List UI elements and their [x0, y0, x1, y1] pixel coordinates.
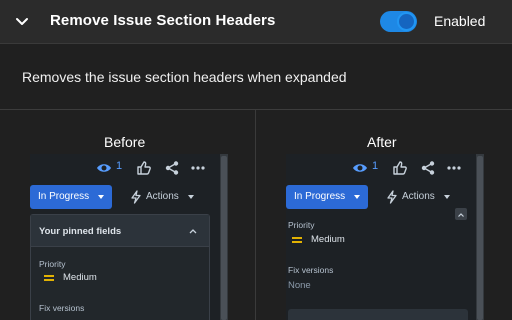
thumbs-up-icon	[137, 161, 151, 175]
chevron-up-icon	[189, 229, 197, 234]
chevron-up-icon	[458, 213, 464, 217]
fix-versions-label: Fix versions	[39, 303, 85, 313]
details-section	[288, 309, 468, 320]
lightning-icon	[387, 190, 397, 204]
pinned-fields-header: Your pinned fields	[31, 215, 209, 247]
thumbs-up-icon	[393, 161, 407, 175]
fix-versions-value: None	[288, 280, 311, 291]
caret-down-icon	[188, 195, 194, 199]
pinned-fields-title: Your pinned fields	[39, 226, 122, 237]
scrollbar	[220, 154, 228, 320]
enabled-toggle[interactable]	[380, 11, 417, 32]
priority-medium-icon	[292, 237, 302, 243]
priority-label: Priority	[39, 259, 66, 269]
caret-down-icon	[98, 195, 104, 199]
option-description: Removes the issue section headers when e…	[0, 44, 512, 110]
actions-label: Actions	[402, 191, 435, 202]
column-divider	[255, 110, 256, 320]
caret-down-icon	[354, 195, 360, 199]
toggle-label: Enabled	[434, 13, 486, 29]
lightning-icon	[131, 190, 141, 204]
priority-value: Medium	[63, 272, 97, 283]
description-text: Removes the issue section headers when e…	[22, 69, 347, 85]
pinned-fields-section: Your pinned fields Priority Medium Fix v…	[30, 214, 210, 320]
more-icon	[191, 166, 205, 170]
collapse-button	[455, 208, 467, 220]
scrollbar-thumb	[221, 156, 227, 320]
status-label: In Progress	[294, 191, 346, 202]
priority-value: Medium	[311, 234, 345, 245]
actions-button: Actions	[126, 185, 198, 209]
status-button: In Progress	[30, 185, 112, 209]
before-preview: 1 In Progress Actions Your pinned fields…	[30, 154, 228, 320]
extension-option-header: Remove Issue Section Headers Enabled	[0, 0, 512, 44]
after-title: After	[367, 134, 397, 150]
watch-count: 1	[372, 160, 379, 172]
actions-label: Actions	[146, 191, 179, 202]
fix-versions-label: Fix versions	[288, 265, 334, 275]
chevron-down-icon[interactable]	[14, 13, 30, 29]
priority-medium-icon	[44, 275, 54, 281]
more-icon	[447, 166, 461, 170]
option-title: Remove Issue Section Headers	[50, 12, 276, 29]
scrollbar	[476, 154, 484, 320]
share-icon	[421, 161, 435, 175]
before-title: Before	[104, 134, 146, 150]
toggle-knob	[397, 12, 416, 31]
status-button: In Progress	[286, 185, 368, 209]
share-icon	[165, 161, 179, 175]
eye-icon	[97, 164, 111, 172]
after-preview: 1 In Progress Actions Priority Medium Fi…	[286, 154, 484, 320]
eye-icon	[353, 164, 367, 172]
actions-button: Actions	[382, 185, 454, 209]
scrollbar-thumb	[477, 156, 483, 320]
watch-count: 1	[116, 160, 123, 172]
caret-down-icon	[444, 195, 450, 199]
status-label: In Progress	[38, 191, 90, 202]
priority-label: Priority	[288, 220, 315, 230]
